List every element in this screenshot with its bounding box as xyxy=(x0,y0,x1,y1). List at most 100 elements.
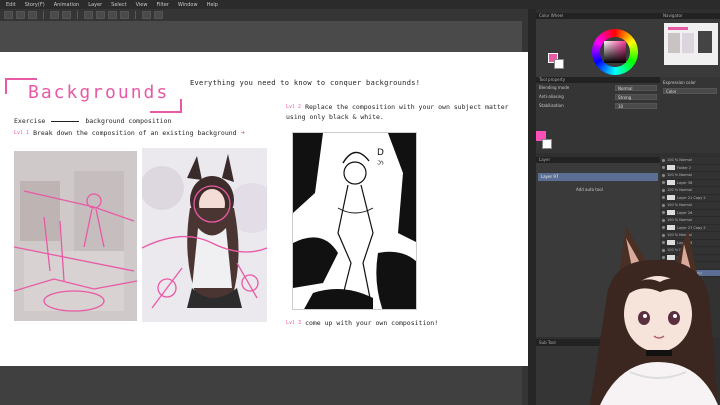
black-and-white-composition-image: D ઝ xyxy=(292,132,417,310)
exercise-dash xyxy=(51,120,80,122)
layer-name: Layer 21 Copy 2 xyxy=(677,195,706,200)
color-panel-title: Color Wheel xyxy=(536,13,660,19)
layer-thumbnail xyxy=(667,180,675,186)
color-wheel-panel: Color Wheel xyxy=(536,13,660,77)
new-file-button[interactable] xyxy=(4,11,13,19)
snap-ruler-button[interactable] xyxy=(142,11,151,19)
composition-breakdown-image xyxy=(14,151,137,321)
eye-icon[interactable] xyxy=(662,173,665,177)
layer-row[interactable]: Layer 26 xyxy=(660,210,720,217)
layer-row[interactable]: Layer 21 Copy 2 xyxy=(660,195,720,202)
blending-mode-label: Blending mode xyxy=(539,85,570,90)
layer-thumbnail xyxy=(667,195,675,201)
layer-row[interactable]: 100 % Normal xyxy=(660,187,720,195)
menu-item-view[interactable]: View xyxy=(136,2,148,8)
eye-icon[interactable] xyxy=(662,211,665,215)
layer-name: Folder 2 xyxy=(677,165,692,170)
folder-icon xyxy=(667,165,675,171)
undo-button[interactable] xyxy=(50,11,59,19)
eye-icon[interactable] xyxy=(662,196,665,200)
stabilization-label: Stabilization xyxy=(539,103,564,108)
save-button[interactable] xyxy=(28,11,37,19)
canvas-page[interactable]: Backgrounds Everything you need to know … xyxy=(0,52,528,366)
level-3-instruction: Lvl 3 come up with your own composition! xyxy=(286,319,438,327)
anti-aliasing-select[interactable]: Strong xyxy=(615,93,657,100)
eye-icon[interactable] xyxy=(662,166,665,170)
exercise-topic: background composition xyxy=(85,117,172,125)
menu-item-edit[interactable]: Edit xyxy=(6,2,16,8)
reference-illustration-image xyxy=(142,148,267,322)
menu-item-layer[interactable]: Layer xyxy=(88,2,102,8)
layer-mode: 100 % Normal xyxy=(667,173,692,178)
redo-button[interactable] xyxy=(62,11,71,19)
transform-button[interactable] xyxy=(96,11,105,19)
add-auto-tool-text[interactable]: Add auto tool xyxy=(536,181,660,192)
pink-arrow-icon: ➜ xyxy=(240,129,245,137)
snap-grid-button[interactable] xyxy=(154,11,163,19)
anti-aliasing-label: Anti-aliasing xyxy=(539,94,564,99)
menu-item-window[interactable]: Window xyxy=(178,2,198,8)
layer-name: Layer 36 xyxy=(677,180,693,185)
anti-aliasing-row: Anti-aliasing Strong xyxy=(536,92,660,101)
eye-icon[interactable] xyxy=(662,188,665,192)
menu-item-select[interactable]: Select xyxy=(111,2,126,8)
clear-button[interactable] xyxy=(84,11,93,19)
layer-name: Layer 26 xyxy=(677,210,693,215)
color-swatches xyxy=(536,131,556,153)
slide-subtitle: Everything you need to know to conquer b… xyxy=(190,79,421,87)
blending-mode-row: Blending mode Normal xyxy=(536,83,660,92)
menu-bar: Edit Story(F) Animation Layer Select Vie… xyxy=(0,0,720,9)
deselect-button[interactable] xyxy=(108,11,117,19)
navigator-preview[interactable] xyxy=(664,23,718,65)
saturation-value-box[interactable] xyxy=(604,41,626,63)
level-2-instruction: Lvl 2 Replace the composition with your … xyxy=(286,102,516,122)
layer-row[interactable]: 100 % Normal xyxy=(660,172,720,180)
menu-item-help[interactable]: Help xyxy=(207,2,218,8)
sub-color-swatch[interactable] xyxy=(542,139,552,149)
background-color-swatch[interactable] xyxy=(554,59,564,69)
color-wheel-center xyxy=(600,37,630,67)
invert-selection-button[interactable] xyxy=(120,11,129,19)
layer-thumbnail xyxy=(667,210,675,216)
slide-title: Backgrounds xyxy=(28,82,170,103)
menu-item-filter[interactable]: Filter xyxy=(156,2,168,8)
expression-color-select[interactable]: Color xyxy=(663,88,717,94)
level-3-text: come up with your own composition! xyxy=(305,319,439,327)
level-3-tag: Lvl 3 xyxy=(286,320,302,326)
layer-mode: 100 % Normal xyxy=(667,158,692,163)
layer-row[interactable]: Folder 2 xyxy=(660,165,720,172)
layer-row[interactable]: 100 % Normal xyxy=(660,202,720,210)
blending-mode-select[interactable]: Normal xyxy=(615,84,657,91)
expression-color-label: Expression color xyxy=(663,80,696,85)
clip-studio-window: Edit Story(F) Animation Layer Select Vie… xyxy=(0,0,720,405)
exercise-label: Exercise xyxy=(14,117,46,125)
navigator-panel: Navigator xyxy=(660,13,720,77)
stabilization-row: Stabilization 10 xyxy=(536,101,660,110)
layer-row[interactable]: 100 % Normal xyxy=(660,157,720,165)
menu-item-story[interactable]: Story(F) xyxy=(25,2,45,8)
level-2-text: Replace the composition with your own su… xyxy=(286,103,509,121)
layer-mode: 100 % Normal xyxy=(667,203,692,208)
layer-mode: 100 % Normal xyxy=(667,188,692,193)
toolbar-divider xyxy=(135,11,136,19)
level-1-text: Break down the composition of an existin… xyxy=(33,129,237,137)
stabilization-slider[interactable]: 10 xyxy=(615,102,657,109)
menu-item-animation[interactable]: Animation xyxy=(54,2,80,8)
svg-text:D: D xyxy=(377,148,384,158)
selected-layer[interactable]: Layer 97 xyxy=(538,173,658,181)
level-2-tag: Lvl 2 xyxy=(286,104,302,110)
eye-icon[interactable] xyxy=(662,181,665,185)
eye-icon[interactable] xyxy=(662,203,665,207)
vtuber-avatar xyxy=(560,222,720,405)
layer-panel-title: Layer xyxy=(536,157,660,163)
navigator-title: Navigator xyxy=(660,13,720,19)
toolbar-divider xyxy=(77,11,78,19)
toolbar-divider xyxy=(43,11,44,19)
eye-icon[interactable] xyxy=(662,158,665,162)
level-1-instruction: Lvl 1 Break down the composition of an e… xyxy=(14,129,245,137)
layer-row[interactable]: Layer 36 xyxy=(660,180,720,187)
level-1-tag: Lvl 1 xyxy=(14,130,30,136)
canvas-background xyxy=(0,21,528,52)
color-wheel[interactable] xyxy=(592,29,638,75)
open-file-button[interactable] xyxy=(16,11,25,19)
